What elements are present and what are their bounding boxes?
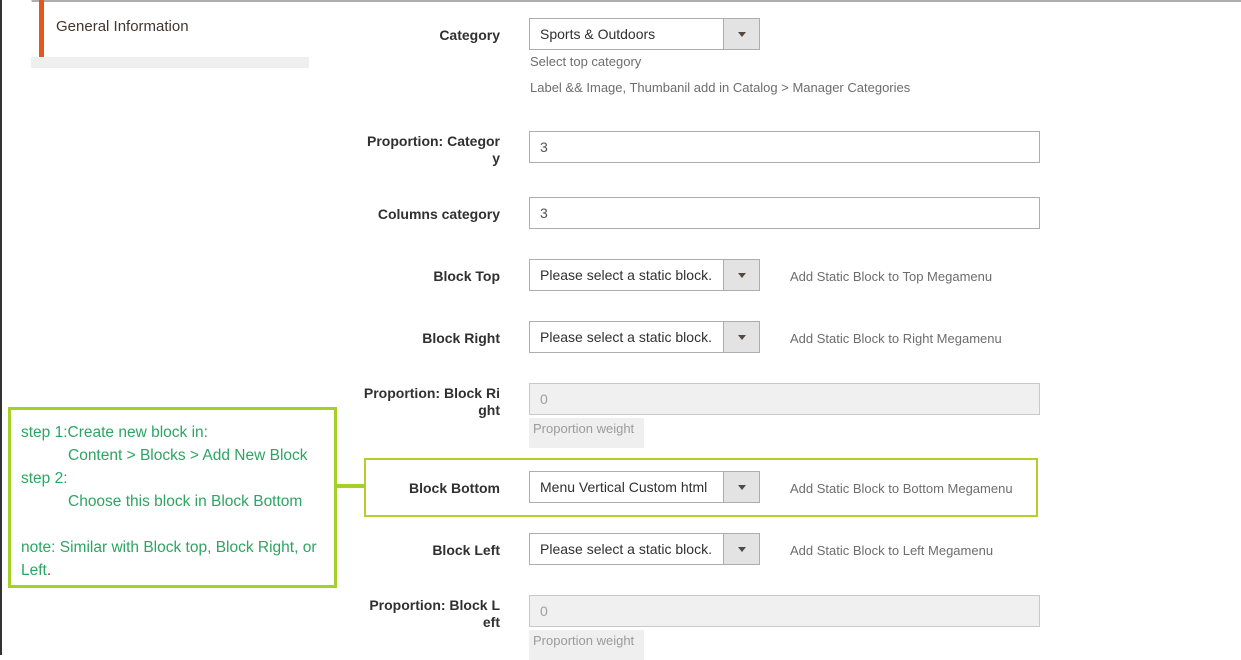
chevron-down-icon[interactable] xyxy=(723,472,759,502)
field-label-block-bottom: Block Bottom xyxy=(362,480,500,497)
annotation-line: note: Similar with Block top, Block Righ… xyxy=(21,536,328,582)
select-value: Menu Vertical Custom html xyxy=(540,479,707,495)
annotation-note-text: note: Similar with Block top, Block Righ… xyxy=(21,539,316,579)
field-label-proportion-category: Proportion: Category xyxy=(362,133,500,167)
category-note-2: Label && Image, Thumbanil add in Catalog… xyxy=(530,80,910,95)
select-value: Please select a static block. xyxy=(540,267,712,283)
annotation-connector-line xyxy=(337,484,365,488)
field-label-proportion-block-left: Proportion: Block Left xyxy=(362,597,500,631)
tab-label: General Information xyxy=(56,18,189,35)
proportion-weight-note: Proportion weight xyxy=(529,418,644,448)
annotation-spacer xyxy=(21,513,328,536)
block-top-note: Add Static Block to Top Megamenu xyxy=(790,269,992,284)
block-right-select[interactable]: Please select a static block. xyxy=(529,321,760,353)
select-value: Sports & Outdoors xyxy=(540,26,655,42)
block-left-select[interactable]: Please select a static block. xyxy=(529,533,760,565)
select-value: Please select a static block. xyxy=(540,329,712,345)
block-top-select[interactable]: Please select a static block. xyxy=(529,259,760,291)
block-bottom-select[interactable]: Menu Vertical Custom html xyxy=(529,471,760,503)
tab-divider-strip xyxy=(31,57,309,68)
tab-general-information[interactable]: General Information xyxy=(31,2,309,57)
annotation-line: step 1:Create new block in: xyxy=(21,421,328,444)
field-label-proportion-block-right: Proportion: Block Right xyxy=(362,385,500,419)
columns-category-input[interactable] xyxy=(529,197,1040,229)
field-label-category: Category xyxy=(362,27,500,44)
category-select[interactable]: Sports & Outdoors xyxy=(529,18,760,50)
annotation-line: step 2: xyxy=(21,467,328,490)
block-left-note: Add Static Block to Left Megamenu xyxy=(790,543,993,558)
select-value: Please select a static block. xyxy=(540,541,712,557)
field-label-block-left: Block Left xyxy=(362,542,500,559)
chevron-down-icon[interactable] xyxy=(723,260,759,290)
chevron-down-icon[interactable] xyxy=(723,534,759,564)
field-label-block-right: Block Right xyxy=(362,330,500,347)
chevron-down-icon[interactable] xyxy=(723,322,759,352)
proportion-category-input[interactable] xyxy=(529,131,1040,163)
block-right-note: Add Static Block to Right Megamenu xyxy=(790,331,1002,346)
window-left-edge xyxy=(0,0,2,655)
annotation-line: Content > Blocks > Add New Block xyxy=(21,444,328,467)
proportion-block-left-input xyxy=(529,595,1040,627)
page: { "sidebar": { "active_tab": "General In… xyxy=(0,0,1241,655)
annotation-period: . xyxy=(47,562,51,579)
category-note: Select top category xyxy=(530,54,641,69)
field-label-columns-category: Columns category xyxy=(362,206,500,223)
chevron-down-icon[interactable] xyxy=(723,19,759,49)
field-label-block-top: Block Top xyxy=(362,268,500,285)
proportion-block-right-input xyxy=(529,383,1040,415)
block-bottom-note: Add Static Block to Bottom Megamenu xyxy=(790,481,1013,496)
proportion-weight-note: Proportion weight xyxy=(529,630,644,660)
annotation-line: Choose this block in Block Bottom xyxy=(21,490,328,513)
annotation-box: step 1:Create new block in: Content > Bl… xyxy=(8,407,337,588)
active-tab-indicator xyxy=(39,0,44,57)
